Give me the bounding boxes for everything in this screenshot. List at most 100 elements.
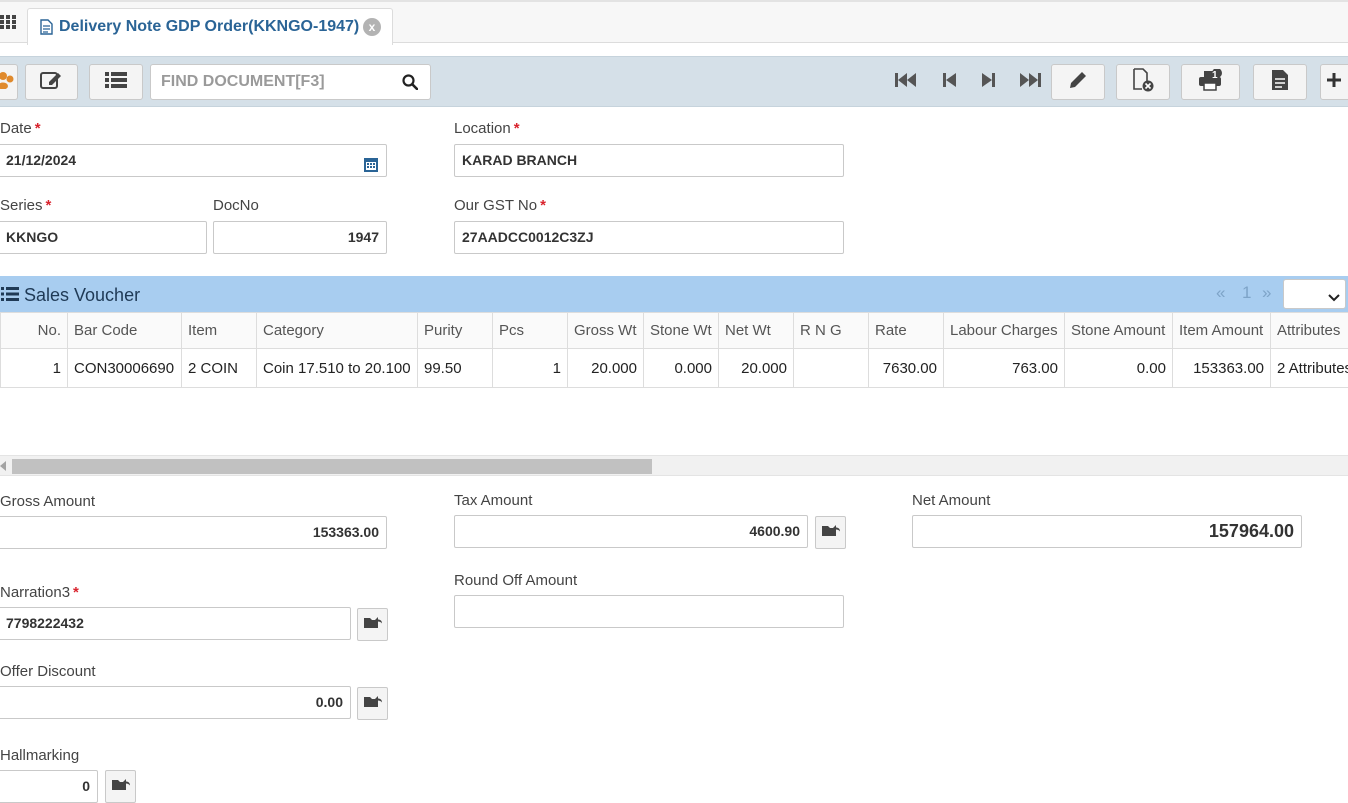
narration3-label: Narration3*	[0, 584, 79, 601]
last-page-button[interactable]	[1016, 69, 1044, 95]
date-label: Date*	[0, 120, 41, 137]
col-category[interactable]: Category	[257, 313, 418, 349]
scrollbar-thumb[interactable]	[12, 459, 652, 474]
find-document-box	[150, 64, 431, 100]
offer-discount-lookup-button[interactable]	[357, 687, 388, 720]
horizontal-scrollbar[interactable]	[0, 455, 1348, 475]
list-view-button[interactable]	[89, 64, 143, 100]
docno-label: DocNo	[213, 197, 259, 214]
close-icon[interactable]: x	[363, 18, 381, 36]
pager-current[interactable]: 1	[1242, 283, 1251, 303]
hallmarking-lookup-button[interactable]	[105, 770, 136, 803]
pencil-icon	[1068, 70, 1088, 95]
delete-document-button[interactable]	[1116, 64, 1170, 100]
last-page-icon	[1019, 72, 1041, 93]
folder-share-icon	[364, 694, 382, 713]
col-attributes[interactable]: Attributes	[1271, 313, 1348, 349]
gross-amount-field[interactable]: 153363.00	[0, 516, 387, 549]
col-pcs[interactable]: Pcs	[493, 313, 568, 349]
pager-next[interactable]: »	[1262, 283, 1271, 303]
users-icon	[0, 71, 14, 94]
report-icon	[1271, 69, 1289, 96]
list-icon	[1, 287, 19, 306]
net-amount-label: Net Amount	[912, 492, 990, 509]
print-icon	[1198, 69, 1224, 96]
col-purity[interactable]: Purity	[418, 313, 493, 349]
cell-attributes[interactable]: 2 Attributes	[1271, 349, 1348, 388]
tax-amount-field[interactable]: 4600.90	[454, 515, 808, 548]
folder-share-icon	[822, 523, 840, 542]
section-title: Sales Voucher	[24, 285, 140, 306]
cell-pcs: 1	[493, 349, 568, 388]
series-field[interactable]: KKNGO	[0, 221, 207, 254]
round-off-field[interactable]	[454, 595, 844, 628]
location-field[interactable]: KARAD BRANCH	[454, 144, 844, 177]
toolbar: 1	[0, 56, 1348, 107]
edit-button[interactable]	[25, 64, 78, 100]
users-button[interactable]	[0, 64, 18, 100]
sales-voucher-table: No. Bar Code Item Category Purity Pcs Gr…	[0, 312, 1348, 388]
narration3-lookup-button[interactable]	[357, 608, 388, 641]
col-barcode[interactable]: Bar Code	[68, 313, 182, 349]
page-size-select[interactable]	[1283, 279, 1346, 309]
scroll-left-arrow-icon[interactable]	[0, 461, 6, 471]
list-icon	[105, 71, 127, 94]
cell-item: 2 COIN	[182, 349, 257, 388]
find-document-input[interactable]	[161, 71, 391, 93]
date-field[interactable]: 21/12/2024	[0, 144, 387, 177]
cell-labour: 763.00	[944, 349, 1065, 388]
net-amount-field[interactable]: 157964.00	[912, 515, 1302, 548]
folder-share-icon	[112, 777, 130, 796]
folder-share-icon	[364, 615, 382, 634]
col-labour[interactable]: Labour Charges	[944, 313, 1065, 349]
calendar-icon[interactable]	[364, 152, 378, 177]
print-button[interactable]: 1	[1181, 64, 1240, 100]
tab-bar: Delivery Note GDP Order(KKNGO-1947) x	[0, 0, 1348, 43]
cell-barcode: CON30006690	[68, 349, 182, 388]
col-item-amount[interactable]: Item Amount	[1173, 313, 1271, 349]
col-item[interactable]: Item	[182, 313, 257, 349]
col-rng[interactable]: R N G	[794, 313, 869, 349]
apps-grid-icon[interactable]	[0, 14, 16, 30]
docno-field[interactable]: 1947	[213, 221, 387, 254]
document-icon	[40, 19, 53, 40]
delete-doc-icon	[1131, 68, 1155, 97]
cell-net-wt: 20.000	[719, 349, 794, 388]
round-off-label: Round Off Amount	[454, 572, 577, 589]
col-stone-amount[interactable]: Stone Amount	[1065, 313, 1173, 349]
offer-discount-field[interactable]: 0.00	[0, 686, 351, 719]
table-header-row: No. Bar Code Item Category Purity Pcs Gr…	[1, 313, 1348, 349]
add-icon	[1326, 72, 1342, 93]
modify-button[interactable]	[1051, 64, 1105, 100]
gst-field[interactable]: 27AADCC0012C3ZJ	[454, 221, 844, 254]
add-button[interactable]	[1320, 64, 1348, 100]
col-stone-wt[interactable]: Stone Wt	[644, 313, 719, 349]
tax-amount-lookup-button[interactable]	[815, 516, 846, 549]
cell-gross-wt: 20.000	[568, 349, 644, 388]
gross-amount-label: Gross Amount	[0, 493, 95, 510]
print-badge: 1	[1212, 70, 1218, 81]
col-gross-wt[interactable]: Gross Wt	[568, 313, 644, 349]
narration3-field[interactable]: 7798222432	[0, 607, 351, 640]
search-icon[interactable]	[402, 74, 418, 95]
hallmarking-field[interactable]: 0	[0, 770, 98, 803]
col-rate[interactable]: Rate	[869, 313, 944, 349]
col-no[interactable]: No.	[1, 313, 68, 349]
document-tab[interactable]: Delivery Note GDP Order(KKNGO-1947) x	[27, 8, 393, 45]
prev-page-button[interactable]	[936, 69, 964, 95]
cell-no: 1	[1, 349, 68, 388]
cell-stone-amount: 0.00	[1065, 349, 1173, 388]
report-button[interactable]	[1253, 64, 1307, 100]
cell-purity: 99.50	[418, 349, 493, 388]
sales-voucher-header: Sales Voucher « 1 »	[0, 276, 1348, 312]
pager-prev[interactable]: «	[1216, 283, 1225, 303]
edit-icon	[40, 70, 64, 95]
first-page-button[interactable]	[892, 69, 920, 95]
table-row[interactable]: 1 CON30006690 2 COIN Coin 17.510 to 20.1…	[1, 349, 1348, 388]
col-net-wt[interactable]: Net Wt	[719, 313, 794, 349]
divider	[0, 475, 1348, 476]
next-page-button[interactable]	[974, 69, 1002, 95]
cell-category: Coin 17.510 to 20.100	[257, 349, 418, 388]
cell-rng	[794, 349, 869, 388]
cell-item-amount: 153363.00	[1173, 349, 1271, 388]
